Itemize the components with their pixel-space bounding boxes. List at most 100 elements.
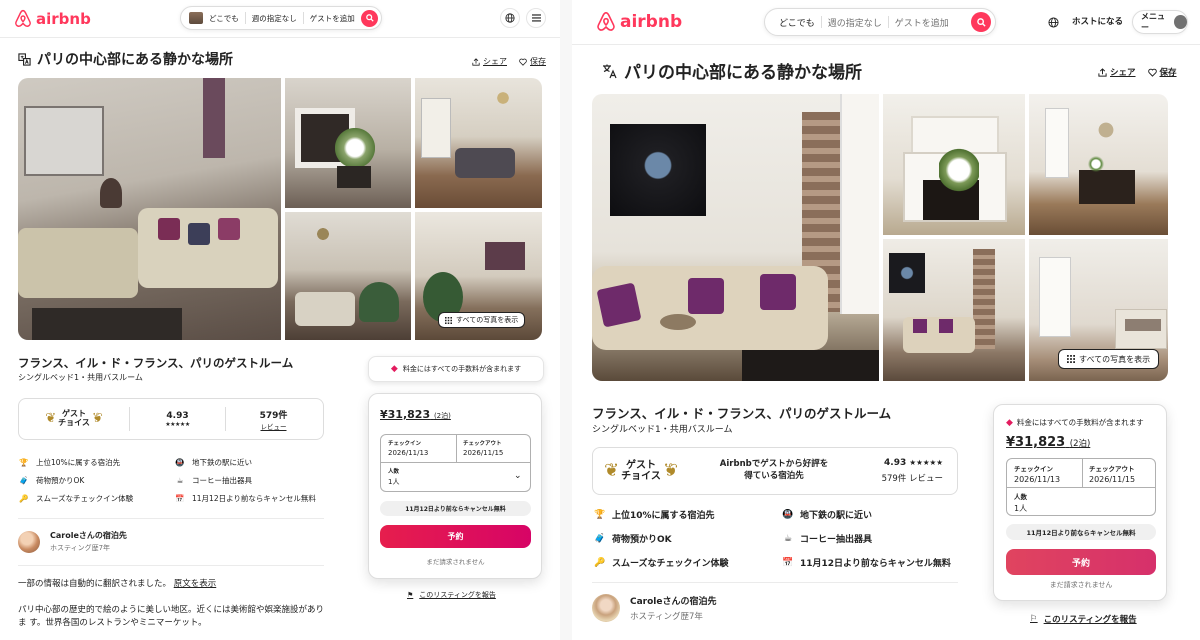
translate-icon [603,64,617,78]
menu-icon[interactable] [526,8,546,28]
feature-luggage: 🧳 荷物預かりOK [18,474,84,486]
checkin-field[interactable]: チェックイン 2026/11/13 [388,439,428,457]
rating-value: 4.93 [166,410,189,421]
checkout-field[interactable]: チェックアウト 2026/11/15 [1089,463,1135,484]
page-title: パリの中心部にある静かな場所 [602,58,862,83]
share-button[interactable]: シェア [472,56,507,67]
airbnb-logo[interactable]: airbnb [14,9,91,28]
guest-choice-label: ❦ ゲスト チョイス ❦ [19,409,129,428]
coffee-table [742,350,879,381]
host-info[interactable]: Caroleさんの宿泊先 ホスティング歴7年 [18,530,127,553]
search-guests[interactable]: ゲストを追加 [889,16,955,29]
listing-actions: シェア 保存 [1098,66,1177,78]
save-button[interactable]: 保存 [1147,66,1177,78]
photo-main[interactable] [592,94,879,381]
feature-text: コーヒー抽出器具 [800,535,873,545]
user-menu-button[interactable]: メニュー [1132,10,1188,34]
report-listing-link[interactable]: ⚑ このリスティングを報告 [407,590,496,600]
guests-field[interactable]: 人数 1人 [1014,491,1027,514]
key-icon: 🔑 [19,493,29,503]
photo-3[interactable] [415,78,542,208]
feature-coffee: ☕ コーヒー抽出器具 [174,474,252,486]
calendar-icon: 📅 [175,493,185,503]
photo-2[interactable] [883,94,1025,235]
coffee-icon: ☕ [783,533,793,544]
translate-icon [18,52,31,66]
curtain [203,78,225,158]
reviews-label: レビュー [260,422,287,431]
search-bar[interactable]: どこでも 週の指定なし ゲストを追加 [180,6,382,30]
feature-metro: 🚇 地下鉄の駅に近い [782,508,872,522]
date-picker[interactable]: チェックイン 2026/11/13 チェックアウト 2026/11/15 人数 1人 [1006,458,1156,516]
date-picker[interactable]: チェックイン 2026/11/13 チェックアウト 2026/11/15 人数 1人 … [380,434,531,492]
search-where[interactable]: どこでも [203,13,245,24]
search-where[interactable]: どこでも [765,16,821,29]
show-original-link[interactable]: 原文を表示 [174,579,217,589]
checkin-field[interactable]: チェックイン 2026/11/13 [1014,463,1060,484]
feature-text: 上位10%に属する宿泊先 [612,511,715,521]
save-button[interactable]: 保存 [519,56,546,67]
search-week[interactable]: 週の指定なし [246,13,303,24]
feature-text: 地下鉄の駅に近い [192,457,252,467]
divider [592,582,958,583]
feature-text: 11月12日より前ならキャンセル無料 [800,559,951,569]
show-all-photos-button[interactable]: すべての写真を表示 [1058,349,1160,369]
host-info[interactable]: Caroleさんの宿泊先 ホスティング歴7年 [592,594,717,622]
airbnb-logo-icon [15,9,31,27]
checkout-field[interactable]: チェックアウト 2026/11/15 [463,439,503,457]
become-host-link[interactable]: ホストになる [1072,15,1123,27]
rating-line: 4.93 ★★★★★ [859,458,943,468]
listing-subtitle: フランス、イル・ド・フランス、パリのゲストルーム [592,406,892,421]
photo-3[interactable] [1029,94,1168,235]
guest-favorite-badge: ❦ ゲスト チョイス ❦ 4.93 ★★★★★ 579件 レビュー [18,398,324,440]
airbnb-logo-text: airbnb [36,9,91,28]
globe-icon[interactable] [1043,12,1063,32]
search-icon[interactable] [971,12,991,32]
share-button[interactable]: シェア [1098,66,1136,78]
cat [660,314,696,330]
price: ¥31,823 (2泊) [380,408,451,421]
rating-stat[interactable]: 4.93 ★★★★★ 579件 レビュー [859,458,955,484]
fee-tag-icon: ◆ [390,364,398,374]
rating-stars: ★★★★★ [165,420,190,428]
search-week[interactable]: 週の指定なし [822,16,888,29]
trophy-icon: 🏆 [19,457,29,467]
heart-icon [1147,68,1157,77]
search-bar[interactable]: どこでも 週の指定なし ゲストを追加 [764,8,996,36]
host-avatar[interactable] [18,530,40,553]
booking-card: ◆ 料金にはすべての手数料が含まれます ¥31,823 (2泊) チェックイン 2… [993,404,1167,601]
photo-2[interactable] [285,78,411,208]
price-value: ¥31,823 [1006,435,1066,450]
guests-field[interactable]: 人数 1人 [388,467,399,487]
fee-notice: ◆ 料金にはすべての手数料が含まれます [1006,417,1144,428]
reserve-button[interactable]: 予約 [380,525,531,548]
price: ¥31,823 (2泊) [1006,435,1090,450]
globe-icon[interactable] [500,8,520,28]
feature-cancel: 📅 11月12日より前ならキャンセル無料 [782,556,951,570]
photo-4[interactable] [883,239,1025,381]
photo-4[interactable] [285,212,411,340]
guests-value: 1人 [388,478,400,486]
share-label: シェア [483,57,507,66]
user-icon [1174,15,1187,29]
airbnb-logo[interactable]: airbnb [596,11,682,32]
bubble-artwork [610,124,706,216]
free-cancel-note: 11月12日より前ならキャンセル無料 [380,501,531,516]
photo-main[interactable] [18,78,281,340]
chevron-down-icon[interactable]: ⌄ [514,471,522,481]
share-icon [472,57,480,66]
reviews-stat[interactable]: 579件 レビュー [226,408,321,431]
search-guests[interactable]: ゲストを追加 [304,13,361,24]
show-all-label: すべての写真を表示 [456,316,519,324]
fee-tag-icon: ◆ [1006,417,1013,428]
search-icon[interactable] [361,9,378,27]
rating-stars: ★★★★★ [909,458,943,467]
guest-favorite-badge: ❦ ゲスト チョイス ❦ Airbnbでゲストから好評を得ている宿泊先 4.93 … [592,447,958,495]
listing-description: パリ中心部の歴史的で絵のように美しい地区。近くには美術館や娯楽施設がありま す。… [18,605,325,629]
luggage-icon: 🧳 [594,533,606,544]
report-listing-link[interactable]: ⚐ このリスティングを報告 [1030,613,1137,625]
grid-icon [1067,355,1075,363]
host-avatar[interactable] [592,594,620,622]
show-all-photos-button[interactable]: すべての写真を表示 [438,312,526,328]
reserve-button[interactable]: 予約 [1006,549,1156,575]
